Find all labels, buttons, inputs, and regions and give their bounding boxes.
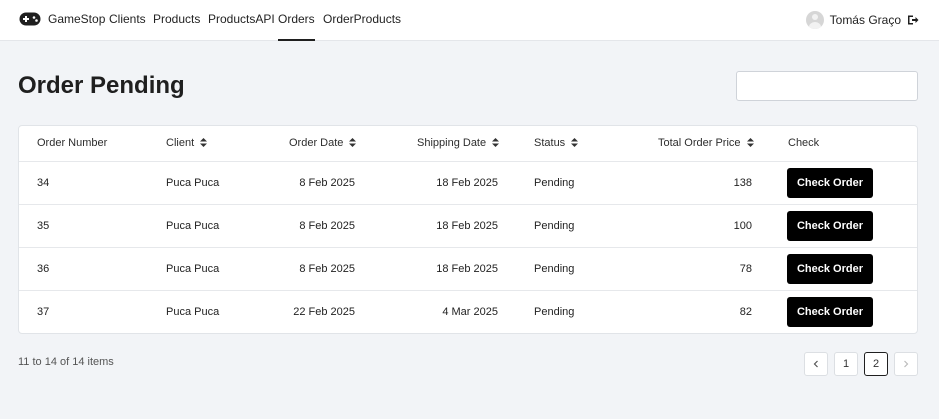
table-row: 37 Puca Puca 22 Feb 2025 4 Mar 2025 Pend… bbox=[19, 290, 917, 333]
cell-total-order-price: 82 bbox=[739, 306, 752, 318]
cell-order-date: 8 Feb 2025 bbox=[299, 177, 355, 189]
pagination-page-1[interactable]: 1 bbox=[834, 352, 858, 376]
cell-order-number: 35 bbox=[37, 220, 50, 232]
logout-icon[interactable] bbox=[907, 14, 919, 26]
chevron-left-icon bbox=[813, 360, 818, 368]
chevron-right-icon bbox=[904, 360, 909, 368]
avatar[interactable] bbox=[805, 11, 824, 29]
cell-shipping-date: 18 Feb 2025 bbox=[436, 263, 498, 275]
check-order-button[interactable]: Check Order bbox=[787, 168, 873, 198]
cell-order-date: 8 Feb 2025 bbox=[299, 220, 355, 232]
column-header-check: Check bbox=[788, 137, 820, 149]
cell-order-number: 37 bbox=[37, 306, 50, 318]
cell-order-number: 34 bbox=[37, 177, 50, 189]
cell-status: Pending bbox=[534, 263, 575, 275]
page-title: Order Pending bbox=[18, 72, 185, 99]
nav-link-order-products[interactable]: OrderProducts bbox=[323, 0, 401, 41]
nav-link-products-api[interactable]: ProductsAPI bbox=[208, 0, 275, 41]
orders-table: Order Number Client Order Date Shipping … bbox=[18, 125, 918, 334]
cell-client: Puca Puca bbox=[166, 220, 220, 232]
check-order-button[interactable]: Check Order bbox=[787, 297, 873, 327]
user-name[interactable]: Tomás Graço bbox=[830, 13, 901, 27]
cell-order-date: 22 Feb 2025 bbox=[293, 306, 355, 318]
column-header-status[interactable]: Status bbox=[534, 137, 579, 149]
column-label-client: Client bbox=[166, 137, 195, 149]
sort-icon[interactable] bbox=[571, 138, 579, 147]
pagination-next-button[interactable] bbox=[894, 352, 918, 376]
column-header-order-date[interactable]: Order Date bbox=[289, 137, 357, 149]
column-header-shipping-date[interactable]: Shipping Date bbox=[417, 137, 500, 149]
check-order-button[interactable]: Check Order bbox=[787, 211, 873, 241]
sort-icon[interactable] bbox=[200, 138, 208, 147]
cell-status: Pending bbox=[534, 220, 575, 232]
top-navbar: GameStop Clients Products ProductsAPI Or… bbox=[0, 0, 939, 41]
sort-icon[interactable] bbox=[349, 138, 357, 147]
cell-status: Pending bbox=[534, 177, 575, 189]
cell-order-date: 8 Feb 2025 bbox=[299, 263, 355, 275]
pagination-page-2[interactable]: 2 bbox=[864, 352, 888, 376]
cell-client: Puca Puca bbox=[166, 306, 220, 318]
cell-status: Pending bbox=[534, 306, 575, 318]
column-label-status: Status bbox=[534, 137, 566, 149]
cell-shipping-date: 4 Mar 2025 bbox=[442, 306, 498, 318]
cell-total-order-price: 100 bbox=[733, 220, 752, 232]
column-header-client[interactable]: Client bbox=[166, 137, 208, 149]
sort-icon[interactable] bbox=[492, 138, 500, 147]
pagination-info: 11 to 14 of 14 items bbox=[18, 356, 114, 368]
cell-client: Puca Puca bbox=[166, 263, 220, 275]
column-label-order-date: Order Date bbox=[289, 137, 344, 149]
table-row: 35 Puca Puca 8 Feb 2025 18 Feb 2025 Pend… bbox=[19, 204, 917, 247]
nav-link-clients[interactable]: Clients bbox=[109, 0, 146, 41]
column-header-total-order-price[interactable]: Total Order Price bbox=[658, 137, 754, 149]
table-row: 34 Puca Puca 8 Feb 2025 18 Feb 2025 Pend… bbox=[19, 161, 917, 204]
cell-shipping-date: 18 Feb 2025 bbox=[436, 220, 498, 232]
column-header-order-number: Order Number bbox=[37, 137, 108, 149]
nav-link-products[interactable]: Products bbox=[153, 0, 200, 41]
pagination-prev-button[interactable] bbox=[804, 352, 828, 376]
cell-shipping-date: 18 Feb 2025 bbox=[436, 177, 498, 189]
nav-brand[interactable]: GameStop bbox=[48, 0, 105, 41]
search-input[interactable] bbox=[736, 71, 918, 101]
column-label-total-order-price: Total Order Price bbox=[658, 137, 741, 149]
check-order-button[interactable]: Check Order bbox=[787, 254, 873, 284]
cell-total-order-price: 78 bbox=[739, 263, 752, 275]
cell-order-number: 36 bbox=[37, 263, 50, 275]
column-label-shipping-date: Shipping Date bbox=[417, 137, 487, 149]
gamepad-icon[interactable] bbox=[19, 11, 41, 27]
nav-link-orders[interactable]: Orders bbox=[278, 0, 315, 41]
user-menu[interactable]: Tomás Graço bbox=[805, 10, 919, 30]
sort-icon[interactable] bbox=[746, 138, 754, 147]
table-row: 36 Puca Puca 8 Feb 2025 18 Feb 2025 Pend… bbox=[19, 247, 917, 290]
cell-total-order-price: 138 bbox=[733, 177, 752, 189]
cell-client: Puca Puca bbox=[166, 177, 220, 189]
